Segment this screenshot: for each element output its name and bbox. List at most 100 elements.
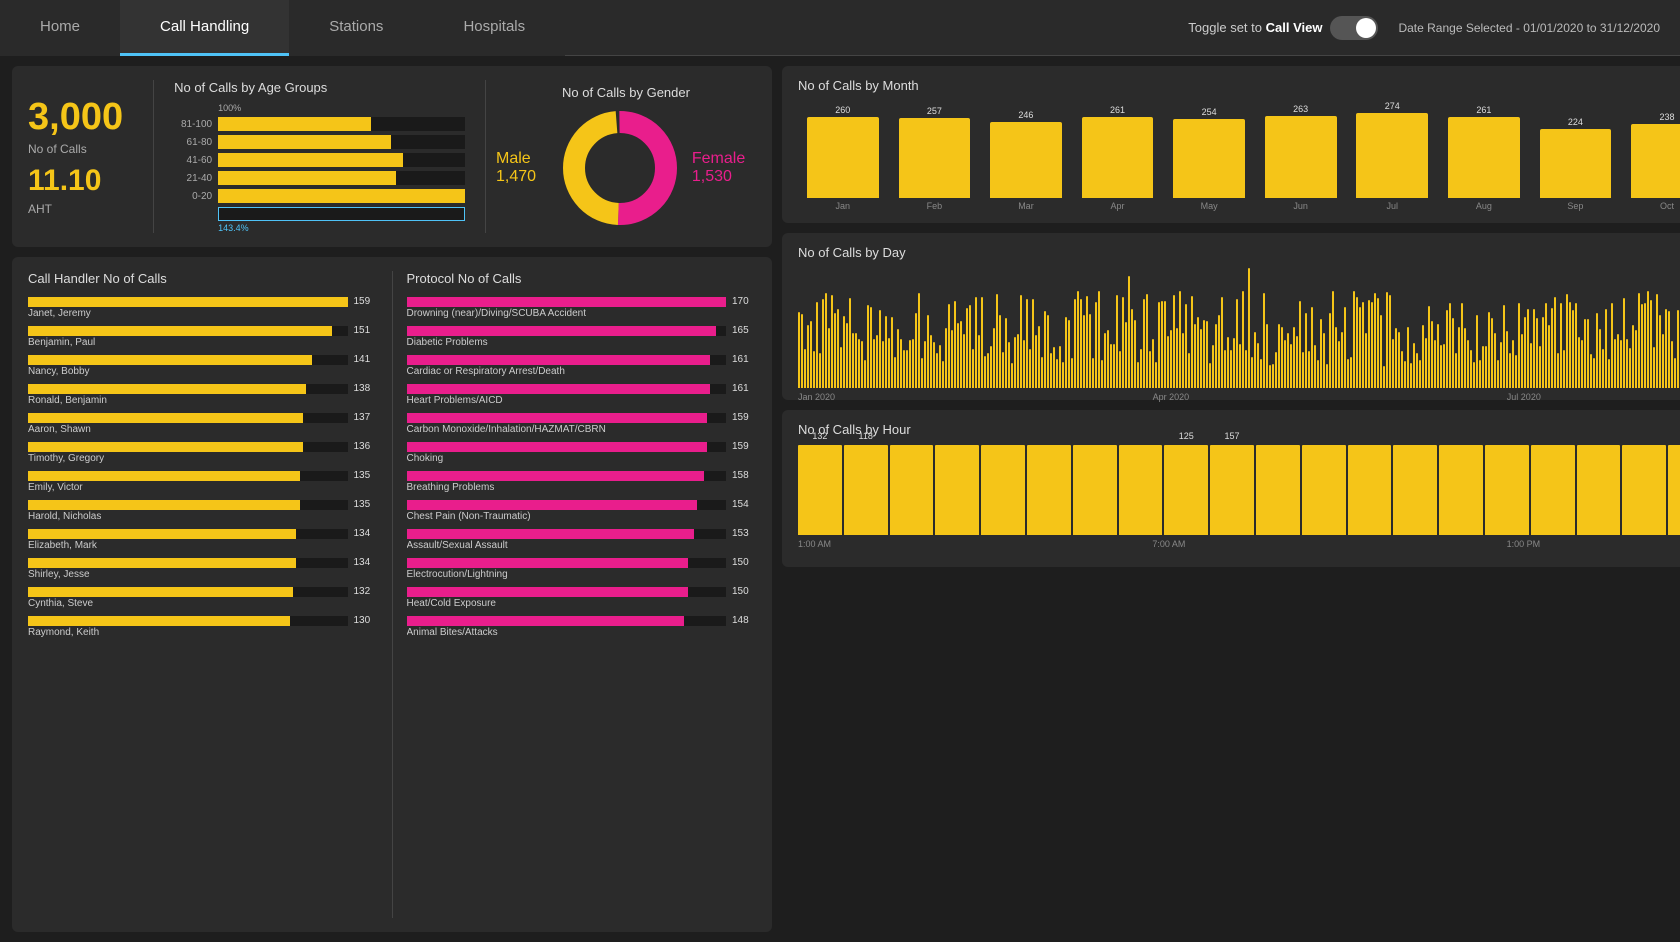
day-bar: [1398, 332, 1400, 388]
day-bar: [1104, 333, 1106, 388]
hour-bar: [798, 445, 842, 535]
day-bar: [1161, 301, 1163, 388]
month-col: 260 Jan: [798, 105, 888, 211]
protocol-item: 158 Breathing Problems: [407, 470, 757, 493]
day-bar: [1341, 332, 1343, 388]
toggle-switch[interactable]: [1330, 16, 1378, 40]
day-bar: [1365, 333, 1367, 388]
day-bar: [1506, 331, 1508, 388]
day-bar: [876, 335, 878, 388]
day-bar: [1629, 348, 1631, 388]
age-bar-fill: [218, 171, 396, 185]
handler-bar-row: 141: [28, 354, 378, 365]
protocol-item: 148 Animal Bites/Attacks: [407, 615, 757, 638]
day-bar: [1263, 293, 1265, 388]
day-bar: [1215, 324, 1217, 388]
month-value: 261: [1476, 105, 1491, 115]
month-bar: [807, 117, 879, 198]
tab-home[interactable]: Home: [0, 0, 120, 56]
day-bar: [1203, 320, 1205, 388]
gender-donut: [560, 108, 680, 228]
day-bar: [1479, 360, 1481, 388]
day-bar: [870, 307, 872, 388]
hour-bar-wrap: [1073, 445, 1117, 535]
month-value: 224: [1568, 117, 1583, 127]
day-bar: [1167, 336, 1169, 388]
day-bar: [1380, 315, 1382, 388]
month-label: Sep: [1567, 201, 1583, 211]
handler-bar-row: 135: [28, 499, 378, 510]
day-bar: [1008, 342, 1010, 388]
day-bar: [831, 295, 833, 388]
hour-bar-wrap: [1622, 445, 1666, 535]
day-bar: [1608, 359, 1610, 388]
handler-bar-bg: [28, 558, 348, 568]
month-label: May: [1201, 201, 1218, 211]
day-bar: [1500, 342, 1502, 388]
tab-hospitals[interactable]: Hospitals: [423, 0, 565, 56]
tab-stations[interactable]: Stations: [289, 0, 423, 56]
hour-bar: [1393, 445, 1437, 535]
handler-item: 135 Emily, Victor: [28, 470, 378, 493]
day-bar: [1335, 327, 1337, 388]
age-bar-bg: [218, 117, 465, 131]
day-bar: [1455, 353, 1457, 388]
day-bar: [1176, 328, 1178, 388]
kpi-section: 3,000 No of Calls 11.10 AHT: [28, 80, 143, 233]
hour-bar-wrap: [1485, 445, 1529, 535]
day-bar: [1473, 362, 1475, 388]
day-bar: [1197, 317, 1199, 388]
hour-bars: 132118125157134: [798, 445, 1680, 535]
calls-value: 3,000: [28, 97, 123, 139]
handler-bar-count: 134: [354, 557, 378, 568]
protocol-bar-row: 158: [407, 470, 757, 481]
protocols-section: Protocol No of Calls 170 Drowning (near)…: [407, 271, 757, 918]
age-pct-label: 100%: [218, 103, 465, 113]
protocol-bar-count: 153: [732, 528, 756, 539]
day-bar: [1299, 301, 1301, 388]
day-bar: [1611, 303, 1613, 388]
day-bar: [939, 345, 941, 388]
day-bar: [1485, 346, 1487, 388]
month-bar: [990, 122, 1062, 198]
day-bar: [1368, 300, 1370, 388]
handler-item: 130 Raymond, Keith: [28, 615, 378, 638]
day-bar: [1557, 353, 1559, 388]
hour-bar: [1348, 445, 1392, 535]
age-bar-fill: [218, 189, 465, 203]
day-bar: [1065, 317, 1067, 388]
handler-bar-row: 138: [28, 383, 378, 394]
day-bar: [1386, 292, 1388, 388]
handler-bar-bg: [28, 529, 348, 539]
nav-right: Toggle set to Call View Date Range Selec…: [1188, 16, 1680, 40]
hour-bar: [1164, 445, 1208, 535]
aht-label: AHT: [28, 202, 123, 216]
protocol-bar-row: 148: [407, 615, 757, 626]
hour-bar-wrap: [1439, 445, 1483, 535]
age-bar-row: 21-40: [174, 171, 465, 185]
day-bar: [1302, 352, 1304, 388]
protocol-bar-bg: [407, 616, 727, 626]
day-bar: [891, 317, 893, 388]
hour-bar: [1073, 445, 1117, 535]
handler-item: 132 Cynthia, Steve: [28, 586, 378, 609]
protocol-bar-fill: [407, 355, 711, 365]
day-bar: [1659, 315, 1661, 388]
month-label: Oct: [1660, 201, 1674, 211]
handler-bar-fill: [28, 384, 306, 394]
handler-item: 134 Elizabeth, Mark: [28, 528, 378, 551]
day-bar: [990, 346, 992, 388]
hour-bar-wrap: [1348, 445, 1392, 535]
handler-name: Ronald, Benjamin: [28, 395, 378, 406]
protocol-bar-fill: [407, 384, 711, 394]
tab-call-handling[interactable]: Call Handling: [120, 0, 289, 56]
month-bar: [1173, 119, 1245, 198]
day-bar: [1554, 297, 1556, 388]
day-bar: [1626, 339, 1628, 388]
month-bar: [1265, 116, 1337, 198]
day-bar: [1326, 364, 1328, 388]
handler-bar-fill: [28, 297, 348, 307]
handler-bar-fill: [28, 471, 300, 481]
day-bar: [822, 299, 824, 388]
day-bar: [1095, 302, 1097, 388]
